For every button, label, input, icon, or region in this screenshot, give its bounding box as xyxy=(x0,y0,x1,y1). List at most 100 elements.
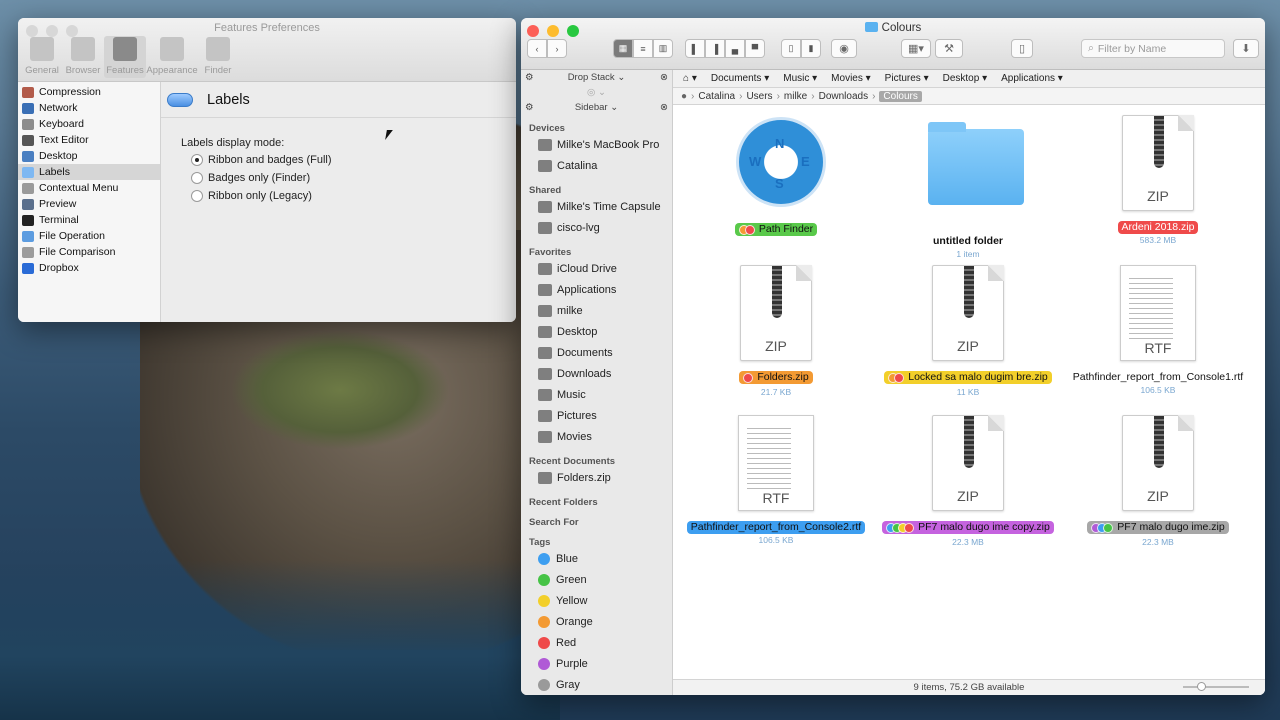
sidebar-item[interactable]: Milke's MacBook Pro xyxy=(521,134,672,155)
icon-size-slider[interactable] xyxy=(1183,682,1249,691)
location-pictures[interactable]: Pictures ▾ xyxy=(885,73,929,84)
sidebar-item[interactable]: Downloads xyxy=(521,363,672,384)
prefs-sidebar-item-text-editor[interactable]: Text Editor xyxy=(18,132,160,148)
actions-button[interactable]: ⚒ xyxy=(935,39,963,58)
sidebar-item[interactable]: Music xyxy=(521,384,672,405)
slider-thumb[interactable] xyxy=(1197,682,1206,691)
toolbar-browser[interactable]: Browser xyxy=(63,36,103,78)
prefs-sidebar-item-network[interactable]: Network xyxy=(18,100,160,116)
download-button[interactable]: ⬇ xyxy=(1233,39,1259,58)
section-tags[interactable]: Tags xyxy=(521,528,672,548)
breadcrumb-item[interactable]: milke xyxy=(784,91,807,102)
dual-browser-button[interactable]: ▮ xyxy=(801,39,821,58)
section-devices[interactable]: Devices xyxy=(521,114,672,134)
right-panel-button[interactable]: ▐ xyxy=(705,39,725,58)
section-recent-folders[interactable]: Recent Folders xyxy=(521,488,672,508)
toolbar-appearance[interactable]: Appearance xyxy=(146,36,198,78)
prefs-sidebar-item-file-comparison[interactable]: File Comparison xyxy=(18,244,160,260)
catalina-icon xyxy=(538,159,552,172)
prefs-sidebar-label: Contextual Menu xyxy=(39,182,119,194)
quick-look-button[interactable]: ◉ xyxy=(831,39,857,58)
sidebar-item[interactable]: Red xyxy=(521,632,672,653)
single-browser-button[interactable]: ▯ xyxy=(781,39,801,58)
sidebar-item[interactable]: Documents xyxy=(521,342,672,363)
section-shared[interactable]: Shared xyxy=(521,176,672,196)
search-icon: ⌕ xyxy=(1088,42,1094,54)
breadcrumb-item[interactable]: Catalina xyxy=(698,91,735,102)
sidebar-item[interactable]: Purple xyxy=(521,653,672,674)
file-item[interactable]: ZIP PF7 malo dugo ime.zip 22.3 MB xyxy=(1063,415,1253,547)
prefs-sidebar-item-keyboard[interactable]: Keyboard xyxy=(18,116,160,132)
sidebar-item[interactable]: Green xyxy=(521,569,672,590)
location-movies[interactable]: Movies ▾ xyxy=(831,73,871,84)
file-item[interactable]: W N E S Path Finder xyxy=(681,115,871,239)
new-file-button[interactable]: ▯ xyxy=(1011,39,1033,58)
icon-view-button[interactable]: ▦ xyxy=(613,39,633,58)
toolbar-general[interactable]: General xyxy=(22,36,62,78)
breadcrumb-item[interactable]: Colours xyxy=(879,90,922,102)
toolbar-finder[interactable]: Finder xyxy=(198,36,238,78)
list-view-button[interactable]: ≡ xyxy=(633,39,653,58)
close-icon[interactable]: ⊗ xyxy=(660,72,668,83)
network-icon xyxy=(22,102,34,114)
prefs-sidebar-item-compression[interactable]: Compression xyxy=(18,84,160,100)
breadcrumb-item[interactable]: Users xyxy=(746,91,772,102)
section-favorites[interactable]: Favorites xyxy=(521,238,672,258)
location-music[interactable]: Music ▾ xyxy=(783,73,817,84)
filter-by-name-input[interactable]: ⌕ Filter by Name xyxy=(1081,39,1225,58)
toolbar-features[interactable]: Features xyxy=(104,36,146,78)
radio-ribbon-only[interactable]: Ribbon only (Legacy) xyxy=(191,190,312,202)
sidebar-item[interactable]: Gray xyxy=(521,674,672,695)
radio-badges-only[interactable]: Badges only (Finder) xyxy=(191,172,310,184)
prefs-sidebar-item-terminal[interactable]: Terminal xyxy=(18,212,160,228)
sidebar-item[interactable]: iCloud Drive xyxy=(521,258,672,279)
sidebar-item[interactable]: cisco-lvg xyxy=(521,217,672,238)
top-panel-button[interactable]: ▀ xyxy=(745,39,765,58)
file-item[interactable]: ZIP PF7 malo dugo ime copy.zip 22.3 MB xyxy=(873,415,1063,547)
prefs-sidebar-item-desktop[interactable]: Desktop xyxy=(18,148,160,164)
sidebar-header[interactable]: ⚙ Sidebar ⌄ ⊗ xyxy=(521,100,672,114)
prefs-sidebar-item-labels[interactable]: Labels xyxy=(18,164,160,180)
drop-stack-header[interactable]: ⚙ Drop Stack ⌄ ⊗ xyxy=(521,70,672,84)
file-item[interactable]: untitled folder 1 item xyxy=(873,115,1063,259)
home-icon[interactable]: ⌂ ▾ xyxy=(683,73,697,84)
prefs-sidebar-item-contextual-menu[interactable]: Contextual Menu xyxy=(18,180,160,196)
arrange-button[interactable]: ▦▾ xyxy=(901,39,931,58)
sidebar-item-label: Movies xyxy=(557,430,592,443)
features-preferences-window: Features Preferences General Browser Fea… xyxy=(18,18,516,322)
prefs-sidebar-item-dropbox[interactable]: Dropbox xyxy=(18,260,160,276)
zip-file-icon: ZIP xyxy=(1118,415,1198,515)
sidebar-item[interactable]: Milke's Time Capsule xyxy=(521,196,672,217)
file-item[interactable]: RTF Pathfinder_report_from_Console1.rtf 10… xyxy=(1063,265,1253,395)
file-item[interactable]: RTF Pathfinder_report_from_Console2.rtf 10… xyxy=(681,415,871,545)
chevron-right-icon: › xyxy=(691,90,695,102)
section-search-for[interactable]: Search For xyxy=(521,508,672,528)
sidebar-item[interactable]: Applications xyxy=(521,279,672,300)
breadcrumb-item[interactable]: Downloads xyxy=(819,91,868,102)
forward-button[interactable]: › xyxy=(547,39,567,58)
column-view-button[interactable]: ▥ xyxy=(653,39,673,58)
prefs-sidebar-item-preview[interactable]: Preview xyxy=(18,196,160,212)
sidebar-item[interactable]: milke xyxy=(521,300,672,321)
sidebar-item[interactable]: Movies xyxy=(521,426,672,447)
file-item[interactable]: ZIP Locked sa malo dugim bre.zip 11 KB xyxy=(873,265,1063,397)
location-desktop[interactable]: Desktop ▾ xyxy=(943,73,988,84)
close-icon[interactable]: ⊗ xyxy=(660,102,668,113)
sidebar-item[interactable]: Folders.zip xyxy=(521,467,672,488)
back-button[interactable]: ‹ xyxy=(527,39,547,58)
sidebar-item[interactable]: Orange xyxy=(521,611,672,632)
sidebar-item[interactable]: Desktop xyxy=(521,321,672,342)
location-applications[interactable]: Applications ▾ xyxy=(1001,73,1063,84)
sidebar-item[interactable]: Pictures xyxy=(521,405,672,426)
sidebar-item[interactable]: Yellow xyxy=(521,590,672,611)
section-recent-documents[interactable]: Recent Documents xyxy=(521,447,672,467)
bottom-panel-button[interactable]: ▄ xyxy=(725,39,745,58)
file-item[interactable]: ZIP Folders.zip 21.7 KB xyxy=(681,265,871,397)
location-documents[interactable]: Documents ▾ xyxy=(711,73,769,84)
sidebar-item[interactable]: Catalina xyxy=(521,155,672,176)
left-panel-button[interactable]: ▌ xyxy=(685,39,705,58)
prefs-sidebar-item-file-operation[interactable]: File Operation xyxy=(18,228,160,244)
file-item[interactable]: ZIP Ardeni 2018.zip 583.2 MB xyxy=(1063,115,1253,245)
sidebar-item[interactable]: Blue xyxy=(521,548,672,569)
radio-ribbon-and-badges[interactable]: Ribbon and badges (Full) xyxy=(191,154,332,166)
